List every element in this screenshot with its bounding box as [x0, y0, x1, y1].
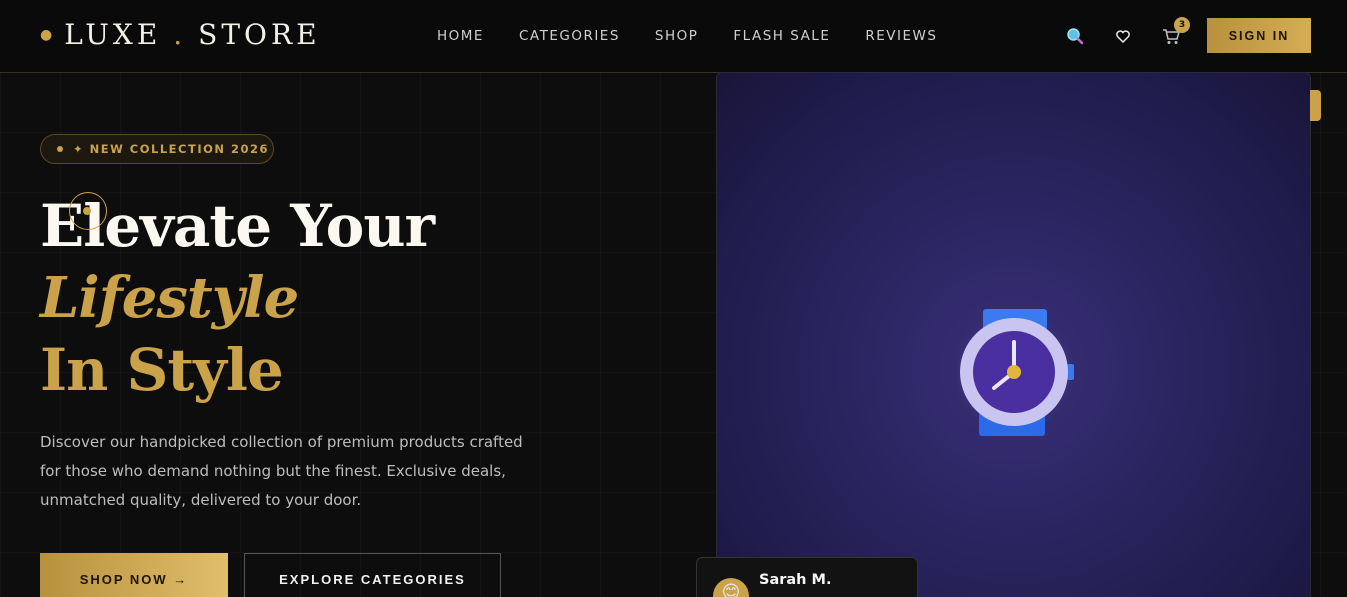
hero-title-line2: Lifestyle [40, 265, 299, 331]
badge-dot-icon [57, 146, 63, 152]
nav-icons: 3 [1064, 17, 1208, 47]
cursor-dot [83, 207, 91, 215]
explore-categories-button[interactable]: EXPLORE CATEGORIES [244, 553, 501, 597]
cart-icon[interactable]: 3 [1160, 17, 1190, 47]
search-icon[interactable] [1064, 25, 1086, 47]
brand-name-right: STORE [198, 18, 321, 51]
cart-count-badge: 3 [1174, 17, 1190, 33]
watch-icon [954, 308, 1077, 442]
brand-name-left: LUXE [64, 18, 162, 51]
hero-description: Discover our handpicked collection of pr… [40, 433, 523, 509]
review-card: 😊 Sarah M. [696, 557, 918, 597]
nav-link-flash-sale[interactable]: FLASH SALE [733, 28, 830, 44]
sign-in-button[interactable]: SIGN IN [1207, 18, 1311, 53]
brand-dot: . [173, 18, 187, 51]
new-collection-badge: ✦ NEW COLLECTION 2026 [40, 134, 274, 164]
shop-now-button[interactable]: SHOP NOW → [40, 553, 228, 597]
navbar: ● LUXE . STORE HOME CATEGORIES SHOP FLAS… [0, 0, 1347, 73]
nav-link-reviews[interactable]: REVIEWS [865, 28, 937, 44]
brand-logo[interactable]: ● LUXE . STORE [40, 18, 321, 51]
main-nav: HOME CATEGORIES SHOP FLASH SALE REVIEWS [437, 28, 972, 44]
nav-link-home[interactable]: HOME [437, 28, 484, 44]
reviewer-name: Sarah M. [759, 572, 832, 588]
nav-link-categories[interactable]: CATEGORIES [519, 28, 620, 44]
heart-icon[interactable] [1112, 25, 1134, 47]
product-showcase[interactable] [716, 72, 1311, 597]
side-tag[interactable] [1310, 90, 1321, 121]
badge-label: ✦ NEW COLLECTION 2026 [73, 142, 270, 156]
reviewer-avatar: 😊 [713, 578, 749, 597]
nav-link-shop[interactable]: SHOP [655, 28, 699, 44]
hero-title-line3: In Style [40, 336, 284, 404]
logo-dot-icon: ● [40, 26, 57, 43]
